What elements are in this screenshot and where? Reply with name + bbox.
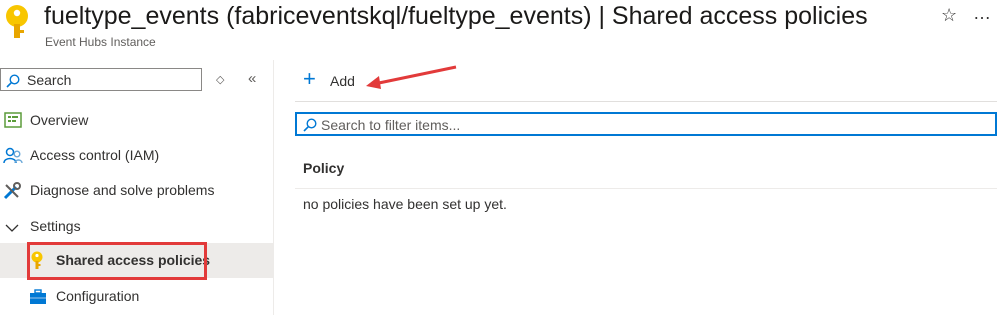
sidebar-item-overview[interactable]: Overview	[0, 103, 273, 138]
search-icon	[303, 118, 317, 132]
wrench-icon	[3, 182, 21, 205]
sidebar-search-placeholder: Search	[27, 72, 72, 88]
toolbar-divider	[295, 101, 997, 102]
overview-icon	[4, 112, 22, 133]
sidebar-item-access-control[interactable]: Access control (IAM)	[0, 138, 273, 173]
resource-key-icon	[4, 4, 30, 47]
sidebar-divider	[273, 60, 274, 315]
favorite-star-icon[interactable]: ☆	[941, 5, 957, 26]
sidebar-item-label: Access control (IAM)	[30, 147, 160, 163]
sidebar-item-label: Diagnose and solve problems	[30, 182, 215, 198]
column-header-policy[interactable]: Policy	[303, 160, 344, 176]
annotation-arrow	[362, 62, 462, 97]
page-subtitle: Event Hubs Instance	[45, 35, 156, 49]
empty-table-message: no policies have been set up yet.	[303, 196, 507, 212]
chevron-down-icon	[5, 220, 19, 238]
sidebar-search-input[interactable]: Search	[0, 68, 202, 91]
sidebar-group-settings[interactable]: Settings	[0, 209, 273, 244]
add-button-label: Add	[330, 73, 355, 89]
filter-input[interactable]: Search to filter items...	[295, 112, 997, 136]
collapse-sidebar-icon[interactable]: «	[248, 70, 256, 87]
sidebar-item-configuration[interactable]: Configuration	[0, 279, 273, 314]
plus-icon: +	[303, 66, 316, 91]
filter-placeholder: Search to filter items...	[321, 117, 461, 133]
sidebar-item-label: Settings	[30, 218, 81, 234]
search-icon	[6, 74, 20, 88]
page-title: fueltype_events (fabriceventskql/fueltyp…	[44, 2, 868, 30]
sort-toggle-icon[interactable]: ◇	[216, 73, 224, 86]
sidebar-item-label: Overview	[30, 112, 89, 128]
sidebar-item-diagnose[interactable]: Diagnose and solve problems	[0, 173, 273, 208]
people-icon	[3, 147, 23, 170]
table-header-divider	[295, 188, 997, 189]
sidebar-item-label: Configuration	[56, 288, 140, 304]
toolbox-icon	[29, 289, 47, 310]
highlight-annotation-box	[27, 242, 207, 280]
more-options-icon[interactable]: …	[973, 3, 992, 24]
